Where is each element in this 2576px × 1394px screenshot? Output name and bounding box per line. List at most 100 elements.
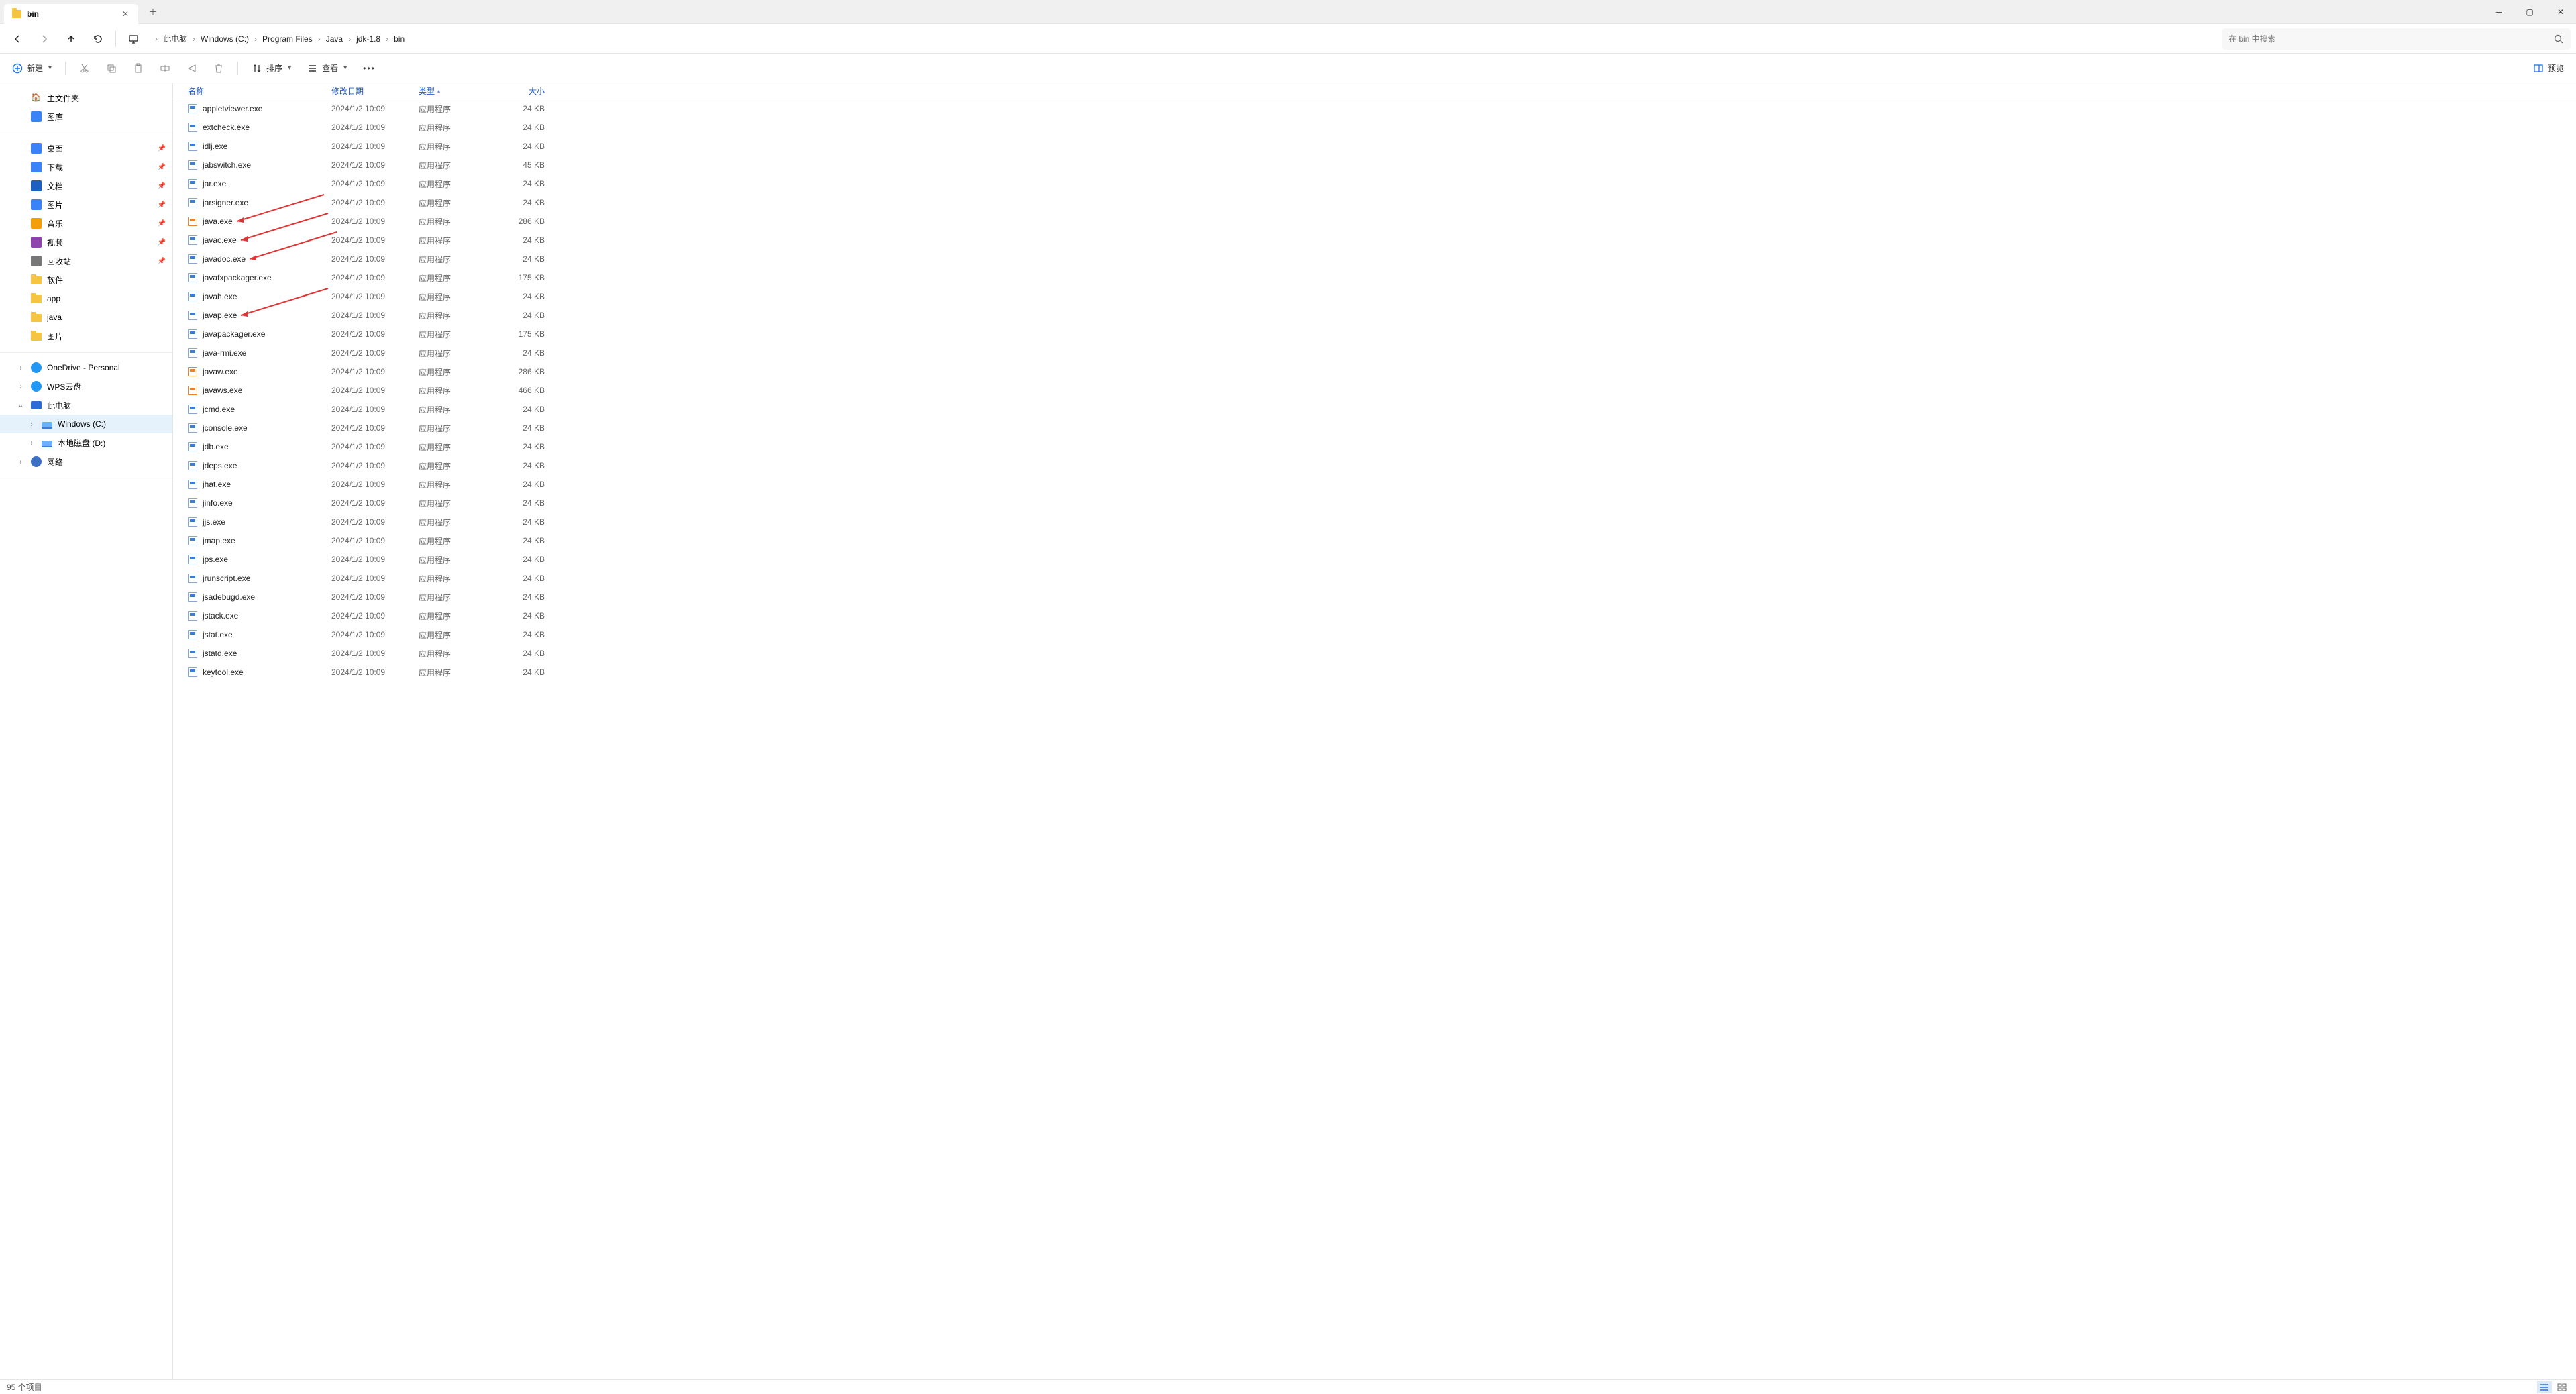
nav-item[interactable]: 🏠主文件夹 bbox=[0, 89, 172, 107]
minimize-button[interactable]: ─ bbox=[2483, 0, 2514, 24]
nav-item[interactable]: ›Windows (C:) bbox=[0, 415, 172, 433]
search-input[interactable] bbox=[2229, 34, 2548, 44]
file-row[interactable]: jmap.exe2024/1/2 10:09应用程序24 KB bbox=[173, 531, 2576, 550]
new-button[interactable]: 新建 ▾ bbox=[7, 58, 57, 79]
location-monitor-icon[interactable] bbox=[121, 27, 146, 51]
breadcrumb[interactable]: ›此电脑›Windows (C:)›Program Files›Java›jdk… bbox=[148, 28, 2211, 50]
cut-button[interactable] bbox=[74, 58, 95, 79]
nav-item[interactable]: ›WPS云盘 bbox=[0, 377, 172, 396]
breadcrumb-segment[interactable]: Program Files bbox=[258, 28, 317, 50]
file-row[interactable]: javaws.exe2024/1/2 10:09应用程序466 KB bbox=[173, 381, 2576, 400]
nav-item[interactable]: app bbox=[0, 289, 172, 308]
file-row[interactable]: jabswitch.exe2024/1/2 10:09应用程序45 KB bbox=[173, 156, 2576, 174]
nav-item[interactable]: 图片 bbox=[0, 327, 172, 345]
back-button[interactable] bbox=[5, 27, 30, 51]
thumbnails-view-button[interactable] bbox=[2555, 1381, 2569, 1393]
nav-item[interactable]: java bbox=[0, 308, 172, 327]
copy-button[interactable] bbox=[101, 58, 122, 79]
search-box[interactable] bbox=[2222, 28, 2571, 50]
forward-button[interactable] bbox=[32, 27, 56, 51]
nav-item[interactable]: 图库 bbox=[0, 107, 172, 126]
nav-item[interactable]: ›网络 bbox=[0, 452, 172, 471]
close-tab-icon[interactable]: ✕ bbox=[121, 9, 130, 19]
navigation-pane[interactable]: 🏠主文件夹图库桌面📌下载📌文档📌图片📌音乐📌视频📌回收站📌软件appjava图片… bbox=[0, 83, 173, 1379]
up-button[interactable] bbox=[59, 27, 83, 51]
paste-button[interactable] bbox=[127, 58, 149, 79]
preview-button[interactable]: 预览 bbox=[2528, 58, 2569, 79]
file-row[interactable]: jar.exe2024/1/2 10:09应用程序24 KB bbox=[173, 174, 2576, 193]
file-row[interactable]: idlj.exe2024/1/2 10:09应用程序24 KB bbox=[173, 137, 2576, 156]
column-name[interactable]: 名称 bbox=[184, 85, 327, 97]
file-row[interactable]: javaw.exe2024/1/2 10:09应用程序286 KB bbox=[173, 362, 2576, 381]
expand-toggle-icon[interactable]: › bbox=[27, 439, 36, 447]
expand-toggle-icon[interactable]: › bbox=[27, 421, 36, 428]
expand-toggle-icon[interactable]: › bbox=[16, 458, 25, 466]
breadcrumb-segment[interactable]: 此电脑 bbox=[159, 28, 191, 50]
breadcrumb-segment[interactable]: Windows (C:) bbox=[197, 28, 253, 50]
nav-item[interactable]: 下载📌 bbox=[0, 158, 172, 176]
file-row[interactable]: jps.exe2024/1/2 10:09应用程序24 KB bbox=[173, 550, 2576, 569]
file-row[interactable]: jsadebugd.exe2024/1/2 10:09应用程序24 KB bbox=[173, 588, 2576, 606]
file-row[interactable]: jdeps.exe2024/1/2 10:09应用程序24 KB bbox=[173, 456, 2576, 475]
close-window-button[interactable]: ✕ bbox=[2545, 0, 2576, 24]
chevron-right-icon[interactable]: › bbox=[191, 34, 197, 44]
breadcrumb-segment[interactable]: jdk-1.8 bbox=[352, 28, 384, 50]
nav-item[interactable]: ›OneDrive - Personal bbox=[0, 358, 172, 377]
file-row[interactable]: java.exe2024/1/2 10:09应用程序286 KB bbox=[173, 212, 2576, 231]
delete-button[interactable] bbox=[208, 58, 229, 79]
file-row[interactable]: jconsole.exe2024/1/2 10:09应用程序24 KB bbox=[173, 419, 2576, 437]
details-view-button[interactable] bbox=[2537, 1381, 2552, 1393]
file-row[interactable]: extcheck.exe2024/1/2 10:09应用程序24 KB bbox=[173, 118, 2576, 137]
column-size[interactable]: 大小 bbox=[488, 85, 549, 97]
nav-item[interactable]: 视频📌 bbox=[0, 233, 172, 252]
nav-item[interactable]: ›本地磁盘 (D:) bbox=[0, 433, 172, 452]
nav-item[interactable]: 回收站📌 bbox=[0, 252, 172, 270]
chevron-right-icon[interactable]: › bbox=[154, 34, 159, 44]
chevron-right-icon[interactable]: › bbox=[253, 34, 258, 44]
expand-toggle-icon[interactable]: › bbox=[16, 364, 25, 372]
file-row[interactable]: jinfo.exe2024/1/2 10:09应用程序24 KB bbox=[173, 494, 2576, 513]
chevron-right-icon[interactable]: › bbox=[317, 34, 322, 44]
file-row[interactable]: jstat.exe2024/1/2 10:09应用程序24 KB bbox=[173, 625, 2576, 644]
nav-item[interactable]: 文档📌 bbox=[0, 176, 172, 195]
file-row[interactable]: javap.exe2024/1/2 10:09应用程序24 KB bbox=[173, 306, 2576, 325]
chevron-right-icon[interactable]: › bbox=[347, 34, 352, 44]
maximize-button[interactable]: ▢ bbox=[2514, 0, 2545, 24]
breadcrumb-segment[interactable]: bin bbox=[390, 28, 409, 50]
file-row[interactable]: jarsigner.exe2024/1/2 10:09应用程序24 KB bbox=[173, 193, 2576, 212]
column-date[interactable]: 修改日期 bbox=[327, 85, 415, 97]
file-row[interactable]: jcmd.exe2024/1/2 10:09应用程序24 KB bbox=[173, 400, 2576, 419]
file-row[interactable]: javac.exe2024/1/2 10:09应用程序24 KB bbox=[173, 231, 2576, 250]
nav-item[interactable]: 音乐📌 bbox=[0, 214, 172, 233]
refresh-button[interactable] bbox=[86, 27, 110, 51]
new-tab-button[interactable]: ＋ bbox=[144, 3, 162, 21]
nav-item[interactable]: 软件 bbox=[0, 270, 172, 289]
file-row[interactable]: jstack.exe2024/1/2 10:09应用程序24 KB bbox=[173, 606, 2576, 625]
file-row[interactable]: keytool.exe2024/1/2 10:09应用程序24 KB bbox=[173, 663, 2576, 682]
chevron-right-icon[interactable]: › bbox=[384, 34, 390, 44]
more-button[interactable]: ••• bbox=[358, 58, 381, 79]
view-button[interactable]: 查看 ▾ bbox=[302, 58, 352, 79]
nav-item[interactable]: 桌面📌 bbox=[0, 139, 172, 158]
file-row[interactable]: javadoc.exe2024/1/2 10:09应用程序24 KB bbox=[173, 250, 2576, 268]
file-row[interactable]: jdb.exe2024/1/2 10:09应用程序24 KB bbox=[173, 437, 2576, 456]
nav-item[interactable]: 图片📌 bbox=[0, 195, 172, 214]
rename-button[interactable] bbox=[154, 58, 176, 79]
file-row[interactable]: javah.exe2024/1/2 10:09应用程序24 KB bbox=[173, 287, 2576, 306]
nav-item[interactable]: ⌄此电脑 bbox=[0, 396, 172, 415]
file-row[interactable]: jstatd.exe2024/1/2 10:09应用程序24 KB bbox=[173, 644, 2576, 663]
file-row[interactable]: javapackager.exe2024/1/2 10:09应用程序175 KB bbox=[173, 325, 2576, 343]
expand-toggle-icon[interactable]: ⌄ bbox=[16, 402, 25, 409]
sort-button[interactable]: 排序 ▾ bbox=[246, 58, 297, 79]
file-row[interactable]: jhat.exe2024/1/2 10:09应用程序24 KB bbox=[173, 475, 2576, 494]
file-list[interactable]: 名称 修改日期 类型▴ 大小 appletviewer.exe2024/1/2 … bbox=[173, 83, 2576, 1379]
column-type[interactable]: 类型▴ bbox=[415, 85, 488, 97]
file-row[interactable]: jjs.exe2024/1/2 10:09应用程序24 KB bbox=[173, 513, 2576, 531]
file-row[interactable]: javafxpackager.exe2024/1/2 10:09应用程序175 … bbox=[173, 268, 2576, 287]
breadcrumb-segment[interactable]: Java bbox=[322, 28, 347, 50]
file-row[interactable]: java-rmi.exe2024/1/2 10:09应用程序24 KB bbox=[173, 343, 2576, 362]
file-row[interactable]: appletviewer.exe2024/1/2 10:09应用程序24 KB bbox=[173, 99, 2576, 118]
expand-toggle-icon[interactable]: › bbox=[16, 383, 25, 390]
file-row[interactable]: jrunscript.exe2024/1/2 10:09应用程序24 KB bbox=[173, 569, 2576, 588]
share-button[interactable] bbox=[181, 58, 203, 79]
